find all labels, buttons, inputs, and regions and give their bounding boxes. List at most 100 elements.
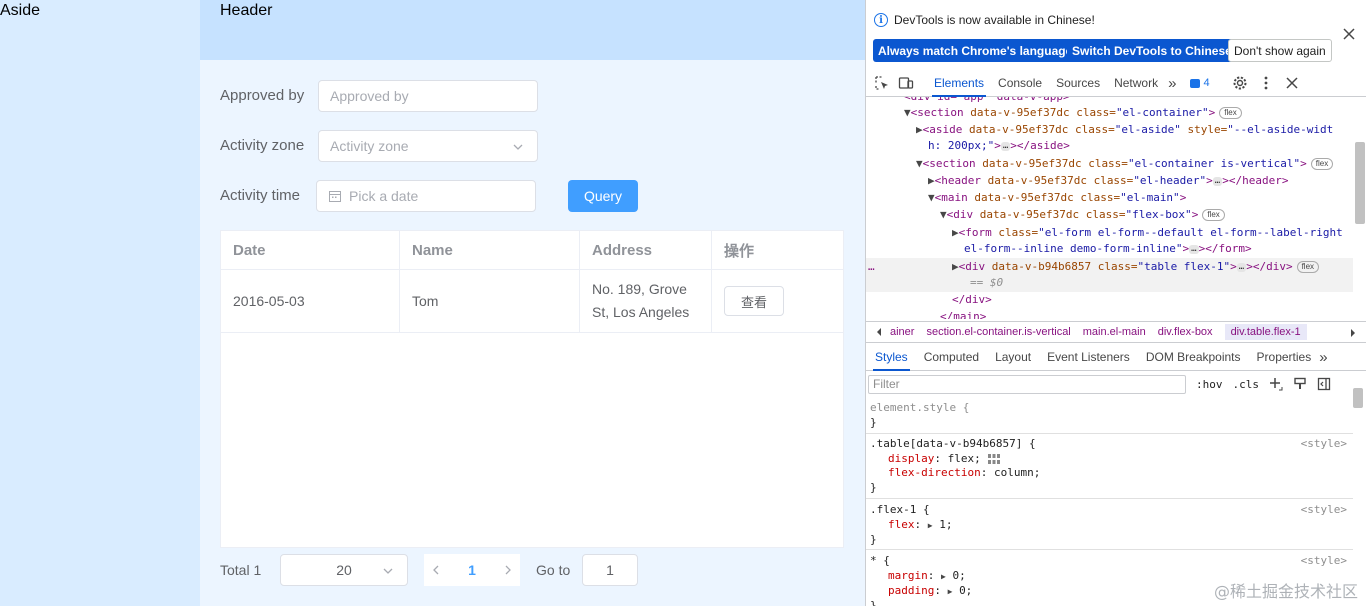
breadcrumb-item[interactable]: ainer	[890, 326, 914, 338]
next-page-icon[interactable]	[502, 564, 514, 576]
activity-time-placeholder: Pick a date	[349, 188, 419, 204]
gear-icon[interactable]	[1232, 75, 1248, 91]
toggle-sidebar-icon[interactable]	[1317, 377, 1331, 391]
rule-declaration[interactable]: flex-direction: column;	[888, 465, 1040, 480]
subtab-properties[interactable]: Properties	[1257, 344, 1312, 371]
scrollbar-thumb[interactable]	[1353, 388, 1363, 408]
expand-triangle-icon[interactable]: ▶	[948, 587, 953, 596]
dom-node-aside[interactable]: ▶<aside data-v-95ef37dc class="el-aside"…	[916, 122, 1353, 138]
activity-zone-select[interactable]: Activity zone	[318, 130, 538, 162]
subtab-styles[interactable]: Styles	[873, 344, 910, 371]
column-header-name[interactable]: Name	[400, 231, 580, 269]
add-rule-icon[interactable]	[1269, 377, 1283, 391]
goto-label: Go to	[536, 562, 571, 578]
devtools-main-tabbar: Elements Console Sources Network » 4	[866, 70, 1366, 97]
dom-node-div-close[interactable]: </div>	[952, 292, 1353, 308]
subtab-dom-breakpoints[interactable]: DOM Breakpoints	[1146, 344, 1241, 371]
styles-scrollbar[interactable]	[1352, 372, 1364, 606]
prev-page-icon[interactable]	[430, 564, 442, 576]
column-header-date[interactable]: Date	[221, 231, 400, 269]
expand-triangle-icon[interactable]: ▶	[928, 521, 933, 530]
activity-zone-placeholder: Activity zone	[330, 138, 409, 154]
paint-brush-icon[interactable]	[1293, 377, 1307, 391]
always-match-language-button[interactable]: Always match Chrome's language	[873, 39, 1078, 62]
rule-declaration[interactable]: flex: ▶ 1;	[888, 517, 952, 533]
close-devtools-icon[interactable]	[1284, 75, 1300, 91]
dom-node-table-selected[interactable]: ▶<div data-v-b94b6857 class="table flex-…	[952, 259, 1353, 275]
approved-by-input[interactable]: Approved by	[318, 80, 538, 112]
dom-node-section[interactable]: ▼<section data-v-95ef37dc class="el-cont…	[904, 105, 1353, 121]
query-button[interactable]: Query	[568, 180, 638, 212]
dom-node-main[interactable]: ▼<main data-v-95ef37dc class="el-main">	[928, 190, 1353, 206]
rule-source-link[interactable]: <style>	[1301, 436, 1347, 451]
rule-declaration[interactable]: display: flex;	[888, 451, 1001, 466]
class-toggle[interactable]: .cls	[1233, 378, 1260, 391]
dom-node-header[interactable]: ▶<header data-v-95ef37dc class="el-heade…	[928, 173, 1353, 189]
switch-to-chinese-button[interactable]: Switch DevTools to Chinese	[1067, 39, 1237, 62]
subtab-event-listeners[interactable]: Event Listeners	[1047, 344, 1130, 371]
rule-close: }	[870, 416, 877, 429]
rule-selector[interactable]: * {	[870, 553, 890, 568]
page-number-current[interactable]: 1	[468, 562, 476, 578]
rule-declaration[interactable]: padding: ▶ 0;	[888, 583, 972, 599]
hover-state-toggle[interactable]: :hov	[1196, 378, 1223, 391]
devtools-panel: i DevTools is now available in Chinese! …	[865, 0, 1366, 606]
rule-selector[interactable]: .table[data-v-b94b6857] {	[870, 436, 1036, 451]
style-rule-element: element.style { }	[866, 398, 1353, 434]
expand-triangle-icon[interactable]: ▶	[941, 572, 946, 581]
activity-zone-label: Activity zone	[220, 137, 305, 154]
breadcrumb-item-selected[interactable]: div.table.flex-1	[1224, 324, 1307, 340]
styles-filter-input[interactable]: Filter	[868, 374, 1186, 394]
dom-tree-scrollbar[interactable]	[1354, 100, 1365, 316]
dom-node-main-close[interactable]: </main>	[940, 309, 1353, 319]
rule-selector[interactable]: .flex-1 {	[870, 502, 930, 517]
column-header-address[interactable]: Address	[580, 231, 712, 269]
approved-by-label: Approved by	[220, 87, 305, 104]
subtabs-more-button[interactable]: »	[1319, 344, 1327, 371]
activity-time-datepicker[interactable]: Pick a date	[316, 180, 536, 212]
rule-close: }	[870, 599, 877, 606]
scroll-left-icon[interactable]	[874, 327, 884, 337]
kebab-menu-icon[interactable]	[1258, 75, 1274, 91]
rule-declaration[interactable]: margin: ▶ 0;	[888, 568, 966, 584]
dont-show-again-button[interactable]: Don't show again	[1228, 39, 1332, 62]
dom-node-form-cont[interactable]: el-form--inline demo-form-inline">… ></fo…	[964, 241, 1353, 257]
page-size-select[interactable]: 20	[280, 554, 408, 586]
styles-pane: element.style { } .table[data-v-b94b6857…	[866, 398, 1353, 606]
tab-elements[interactable]: Elements	[931, 70, 987, 97]
scroll-right-icon[interactable]	[1348, 328, 1358, 338]
dom-node-section-vertical[interactable]: ▼<section data-v-95ef37dc class="el-cont…	[916, 156, 1353, 172]
dom-node-form[interactable]: ▶<form class="el-form el-form--default e…	[952, 225, 1353, 241]
tab-network[interactable]: Network	[1114, 70, 1158, 97]
breadcrumb-item[interactable]: section.el-container.is-vertical	[926, 326, 1070, 338]
issues-badge[interactable]: 4	[1190, 77, 1210, 89]
rule-source-link[interactable]: <style>	[1301, 502, 1347, 517]
style-rule-flex-1: .flex-1 { <style> flex: ▶ 1; }	[866, 499, 1353, 550]
dom-node-aside-cont[interactable]: h: 200px;">… ></aside>	[928, 138, 1353, 154]
subtab-layout[interactable]: Layout	[995, 344, 1031, 371]
breadcrumb-item[interactable]: main.el-main	[1083, 326, 1146, 338]
view-button[interactable]: 查看	[724, 286, 784, 316]
inspect-element-icon[interactable]	[874, 75, 890, 91]
dom-node-flex-box[interactable]: ▼<div data-v-95ef37dc class="flex-box"> f…	[940, 207, 1353, 223]
rule-selector[interactable]: element.style {	[870, 400, 969, 415]
dom-node-app[interactable]: <div id="app" data-v-app>	[904, 97, 1353, 105]
rule-source-link[interactable]: <style>	[1301, 553, 1347, 568]
device-toolbar-icon[interactable]	[898, 75, 914, 91]
infobar-message: DevTools is now available in Chinese!	[894, 13, 1095, 27]
issues-icon	[1190, 78, 1201, 88]
breadcrumb-item[interactable]: div.flex-box	[1158, 326, 1213, 338]
tab-console[interactable]: Console	[998, 70, 1042, 97]
styles-filterbar: Filter :hov .cls	[866, 372, 1366, 396]
approved-by-placeholder: Approved by	[330, 88, 409, 104]
page-size-value: 20	[336, 562, 352, 578]
scrollbar-thumb[interactable]	[1355, 142, 1365, 224]
dom-selected-marker: == $0	[970, 276, 1004, 289]
close-icon[interactable]	[1342, 27, 1356, 41]
more-tabs-button[interactable]: »	[1168, 70, 1176, 97]
goto-page-input[interactable]: 1	[582, 554, 638, 586]
subtab-computed[interactable]: Computed	[924, 344, 979, 371]
flexbox-editor-icon[interactable]	[987, 453, 1001, 465]
activity-time-label: Activity time	[220, 187, 301, 204]
tab-sources[interactable]: Sources	[1056, 70, 1100, 97]
